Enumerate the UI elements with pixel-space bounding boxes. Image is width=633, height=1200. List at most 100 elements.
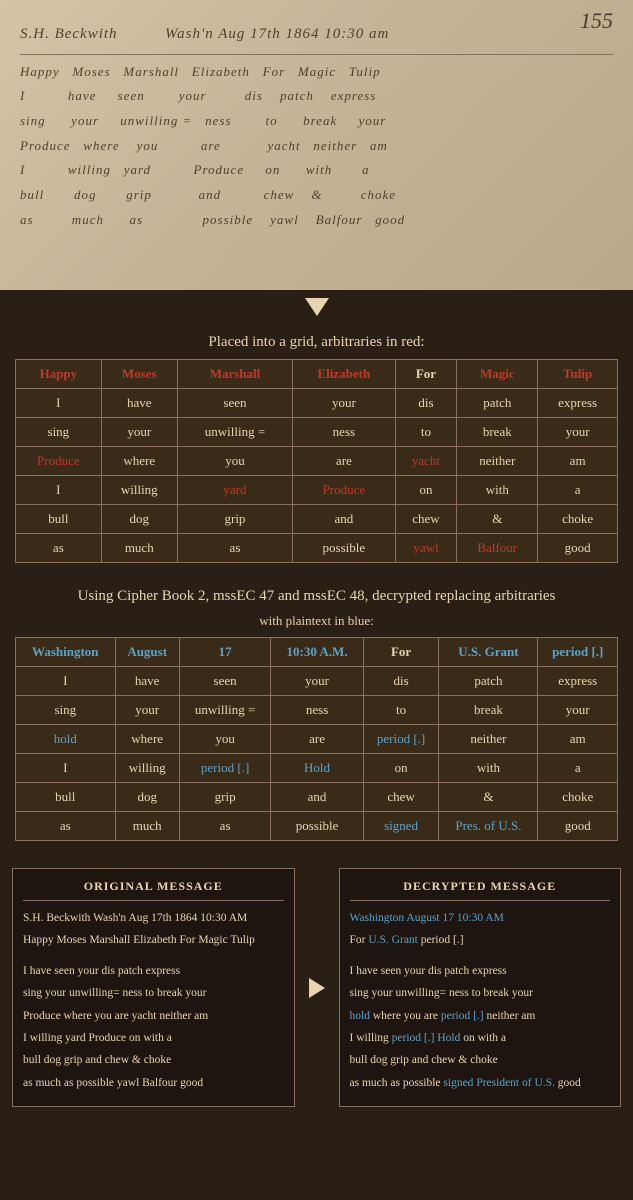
grid1-cell: yawl xyxy=(395,534,457,563)
grid1-cell: express xyxy=(538,389,618,418)
dec-signed-blue: signed xyxy=(443,1077,473,1089)
grid2-cell: I xyxy=(16,754,116,783)
orig-header2: Happy Moses Marshall Elizabeth For Magic… xyxy=(23,931,284,949)
grid2-cell: break xyxy=(439,696,538,725)
dec-body-line: sing your unwilling= ness to break your xyxy=(350,984,611,1002)
grid2-cell: Hold xyxy=(271,754,363,783)
grid1-cell: choke xyxy=(538,505,618,534)
grid1-cell: with xyxy=(457,476,538,505)
grid1-cell: you xyxy=(177,447,292,476)
grid2-cell: much xyxy=(115,812,179,841)
grid1-row: bull dog grip and chew & choke xyxy=(16,505,618,534)
grid2-table: Washington August 17 10:30 A.M. For U.S.… xyxy=(15,637,618,841)
grid1-header-cell: Marshall xyxy=(177,360,292,389)
grid2-header-cell: period [.] xyxy=(538,638,618,667)
manuscript-line: Produce where you are yacht neither am xyxy=(20,134,613,159)
dec-hold-blue: hold xyxy=(350,1010,370,1022)
grid1-cell: & xyxy=(457,505,538,534)
grid2-cell: express xyxy=(538,667,618,696)
grid2-cell: and xyxy=(271,783,363,812)
grid2-cell: am xyxy=(538,725,618,754)
section2-title: Using Cipher Book 2, mssEC 47 and mssEC … xyxy=(0,578,633,613)
between-arrow-section xyxy=(307,868,327,1107)
original-message-box: ORIGINAL MESSAGE S.H. Beckwith Wash'n Au… xyxy=(12,868,295,1107)
messages-section: ORIGINAL MESSAGE S.H. Beckwith Wash'n Au… xyxy=(0,856,633,1119)
grid2-cell: dis xyxy=(363,667,439,696)
dec-period1-blue: period [.] xyxy=(441,1010,484,1022)
grid2-cell: are xyxy=(271,725,363,754)
grid2-cell: your xyxy=(271,667,363,696)
grid1-cell: Produce xyxy=(16,447,102,476)
dec-period2-blue: period [.] xyxy=(392,1032,435,1044)
grid1-cell: dog xyxy=(101,505,177,534)
grid2-cell: I xyxy=(16,667,116,696)
grid2-header-cell: U.S. Grant xyxy=(439,638,538,667)
grid1-cell: grip xyxy=(177,505,292,534)
grid1-cell: as xyxy=(16,534,102,563)
grid2-cell: to xyxy=(363,696,439,725)
dec-body-line: bull dog grip and chew & choke xyxy=(350,1051,611,1069)
manuscript-header: S.H. Beckwith Wash'n Aug 17th 1864 10:30… xyxy=(20,20,613,49)
dec-body-line: as much as possible signed President of … xyxy=(350,1074,611,1092)
grid1-cell: yacht xyxy=(395,447,457,476)
manuscript-lines: S.H. Beckwith Wash'n Aug 17th 1864 10:30… xyxy=(20,20,613,232)
grid2-header-cell: For xyxy=(363,638,439,667)
dec-hold2-blue: Hold xyxy=(437,1032,460,1044)
grid2-header-cell: 10:30 A.M. xyxy=(271,638,363,667)
grid2-cell: willing xyxy=(115,754,179,783)
grid1-cell: as xyxy=(177,534,292,563)
grid1-cell: your xyxy=(101,418,177,447)
grid1-cell: possible xyxy=(293,534,396,563)
grid1-cell: yard xyxy=(177,476,292,505)
orig-body-line: sing your unwilling= ness to break your xyxy=(23,984,284,1002)
grid1-row: sing your unwilling = ness to break your xyxy=(16,418,618,447)
manuscript-line: I have seen your dis patch express xyxy=(20,84,613,109)
grid1-cell: sing xyxy=(16,418,102,447)
grid2-cell: choke xyxy=(538,783,618,812)
grid2-header-cell: 17 xyxy=(179,638,271,667)
grid2-header-cell: Washington xyxy=(16,638,116,667)
grid1-row: as much as possible yawl Balfour good xyxy=(16,534,618,563)
grid2-cell: where xyxy=(115,725,179,754)
orig-body-line: I willing yard Produce on with a xyxy=(23,1029,284,1047)
grid1-table: Happy Moses Marshall Elizabeth For Magic… xyxy=(15,359,618,563)
decrypted-message-box: DECRYPTED MESSAGE Washington August 17 1… xyxy=(339,868,622,1107)
orig-body-line: as much as possible yawl Balfour good xyxy=(23,1074,284,1092)
grid1-cell: on xyxy=(395,476,457,505)
grid2-row: I willing period [.] Hold on with a xyxy=(16,754,618,783)
grid1-cell: much xyxy=(101,534,177,563)
right-arrow-icon xyxy=(309,978,325,998)
grid1-row: I have seen your dis patch express xyxy=(16,389,618,418)
grid1-header-cell: Moses xyxy=(101,360,177,389)
grid1-header-cell: Tulip xyxy=(538,360,618,389)
grid1-row: Produce where you are yacht neither am xyxy=(16,447,618,476)
grid2-cell: chew xyxy=(363,783,439,812)
orig-body-line: bull dog grip and chew & choke xyxy=(23,1051,284,1069)
down-arrow-section xyxy=(0,290,633,324)
grid1-cell: ness xyxy=(293,418,396,447)
grid2-cell: hold xyxy=(16,725,116,754)
grid2-cell: have xyxy=(115,667,179,696)
grid1-header-row: Happy Moses Marshall Elizabeth For Magic… xyxy=(16,360,618,389)
dec-president-blue: President of U.S. xyxy=(476,1077,555,1089)
grid1-cell: a xyxy=(538,476,618,505)
grid2-cell: grip xyxy=(179,783,271,812)
grid1-cell: Produce xyxy=(293,476,396,505)
grid1-cell: break xyxy=(457,418,538,447)
grid2-cell: bull xyxy=(16,783,116,812)
grid1-cell: bull xyxy=(16,505,102,534)
grid1-cell: chew xyxy=(395,505,457,534)
orig-body-line: Produce where you are yacht neither am xyxy=(23,1007,284,1025)
grid1-container: Happy Moses Marshall Elizabeth For Magic… xyxy=(0,359,633,578)
grid2-cell: a xyxy=(538,754,618,783)
grid1-cell: patch xyxy=(457,389,538,418)
grid1-cell: Balfour xyxy=(457,534,538,563)
grid2-row: I have seen your dis patch express xyxy=(16,667,618,696)
grid2-cell: neither xyxy=(439,725,538,754)
dec-header1-blue: Washington August 17 10:30 AM xyxy=(350,912,504,924)
orig-header1: S.H. Beckwith Wash'n Aug 17th 1864 10:30… xyxy=(23,909,284,927)
grid2-cell: unwilling = xyxy=(179,696,271,725)
grid2-cell: possible xyxy=(271,812,363,841)
section1-title: Placed into a grid, arbitraries in red: xyxy=(0,324,633,359)
section2-subtitle: with plaintext in blue: xyxy=(0,613,633,637)
